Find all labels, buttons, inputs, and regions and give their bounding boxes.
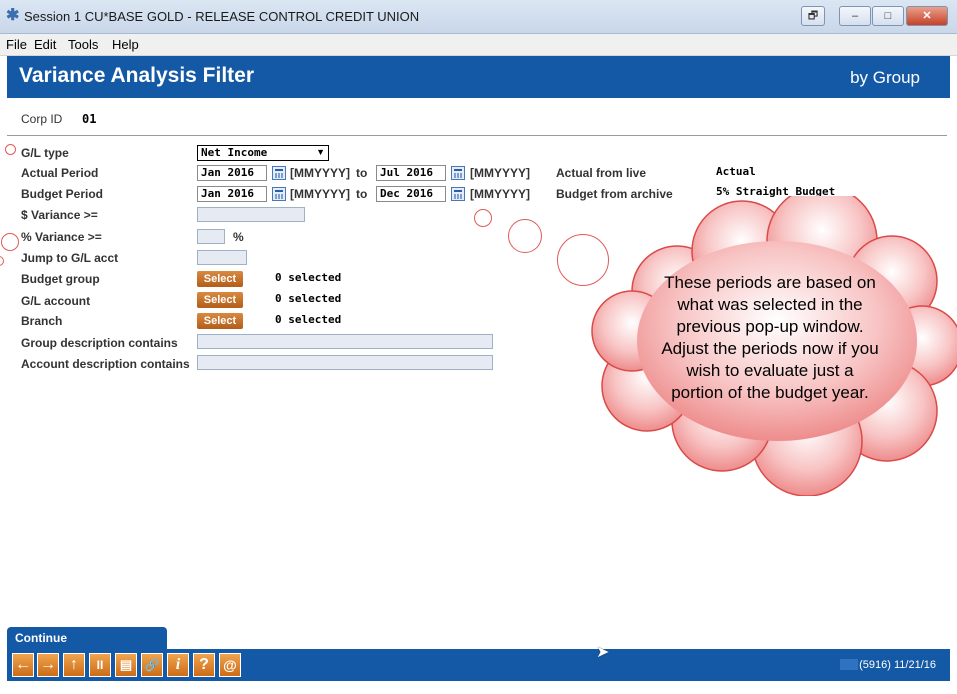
calendar-icon[interactable] <box>272 187 286 201</box>
marker-circle <box>0 256 4 266</box>
gl-account-select-button[interactable]: Select <box>197 292 243 308</box>
maximize-button[interactable]: □ <box>872 6 904 26</box>
budget-group-select-button[interactable]: Select <box>197 271 243 287</box>
calendar-icon[interactable] <box>451 187 465 201</box>
status-text: (5916) 11/21/16 <box>859 659 936 671</box>
callout-line: previous pop-up window. <box>676 317 864 336</box>
budget-from-input[interactable]: Jan 2016 <box>197 186 267 202</box>
percent-variance-label: % Variance >= <box>21 230 102 244</box>
page-title: Variance Analysis Filter <box>19 64 255 87</box>
menu-bar: File Edit Tools Help <box>0 34 957 56</box>
close-button[interactable]: ✕ <box>906 6 948 26</box>
account-desc-label: Account description contains <box>21 357 190 371</box>
percent-variance-input[interactable] <box>197 229 225 244</box>
separator <box>7 135 947 136</box>
to-label: to <box>356 166 368 180</box>
marker-circle <box>1 233 19 251</box>
arrow-up-icon[interactable]: ↑ <box>63 653 85 677</box>
callout-line: portion of the budget year. <box>671 383 869 402</box>
date-format-hint: [MMYYYY] <box>290 166 350 180</box>
help-icon[interactable]: ? <box>193 653 215 677</box>
gl-account-count: 0 selected <box>275 292 342 305</box>
gl-account-label: G/L account <box>21 294 91 308</box>
dollar-variance-input[interactable] <box>197 207 305 222</box>
dollar-variance-label: $ Variance >= <box>21 208 98 222</box>
pause-icon[interactable]: II <box>89 653 111 677</box>
branch-select-button[interactable]: Select <box>197 313 243 329</box>
gl-type-label: G/L type <box>21 146 69 160</box>
menu-help[interactable]: Help <box>112 37 139 52</box>
page-header: Variance Analysis Filter by Group <box>7 56 950 98</box>
status-indicator <box>840 659 858 670</box>
mouse-cursor-icon: ➤ <box>596 644 610 661</box>
menu-edit[interactable]: Edit <box>34 37 56 52</box>
bottom-toolbar: ← → ↑ II ▤ 🔗 i ? @ (5916) 11/21/16 <box>7 649 950 681</box>
actual-from-input[interactable]: Jan 2016 <box>197 165 267 181</box>
print-icon[interactable]: ▤ <box>115 653 137 677</box>
account-desc-input[interactable] <box>197 355 493 370</box>
app-logo-icon: ✱ <box>6 7 20 24</box>
budget-group-count: 0 selected <box>275 271 342 284</box>
restore-icon[interactable]: 🗗 <box>801 6 825 26</box>
corp-id-label: Corp ID <box>21 112 63 126</box>
at-icon[interactable]: @ <box>219 653 241 677</box>
menu-tools[interactable]: Tools <box>68 37 98 52</box>
jump-to-gl-label: Jump to G/L acct <box>21 251 119 265</box>
budget-group-label: Budget group <box>21 272 100 286</box>
callout-text: These periods are based on what was sele… <box>640 272 900 404</box>
window-title-bar[interactable]: ✱ Session 1 CU*BASE GOLD - RELEASE CONTR… <box>0 0 957 34</box>
jump-to-gl-input[interactable] <box>197 250 247 265</box>
continue-label: Continue <box>15 631 67 645</box>
dropdown-arrow-icon: ▼ <box>316 147 325 157</box>
to-label: to <box>356 187 368 201</box>
callout-line: wish to evaluate just a <box>686 361 854 380</box>
arrow-right-icon[interactable]: → <box>37 653 59 677</box>
date-format-hint: [MMYYYY] <box>290 187 350 201</box>
actual-from-live-value: Actual <box>716 165 756 178</box>
branch-label: Branch <box>21 314 63 328</box>
page-subtitle: by Group <box>850 68 920 87</box>
corp-id-value: 01 <box>82 112 97 126</box>
percent-sign: % <box>233 230 244 244</box>
bubble-dot-medium <box>508 219 542 253</box>
actual-period-label: Actual Period <box>21 166 99 180</box>
continue-button[interactable]: Continue <box>7 627 167 649</box>
arrow-left-icon[interactable]: ← <box>12 653 34 677</box>
group-desc-input[interactable] <box>197 334 493 349</box>
link-icon[interactable]: 🔗 <box>141 653 163 677</box>
budget-period-label: Budget Period <box>21 187 104 201</box>
actual-from-live-label: Actual from live <box>556 166 647 180</box>
menu-file[interactable]: File <box>6 37 27 52</box>
minimize-button[interactable]: – <box>839 6 871 26</box>
callout-line: what was selected in the <box>677 295 863 314</box>
bubble-dot-small <box>474 209 492 227</box>
branch-count: 0 selected <box>275 313 342 326</box>
callout-line: Adjust the periods now if you <box>661 339 879 358</box>
callout-line: These periods are based on <box>664 273 876 292</box>
info-icon[interactable]: i <box>167 653 189 677</box>
gl-type-dropdown[interactable]: Net Income ▼ <box>197 145 329 161</box>
actual-to-input[interactable]: Jul 2016 <box>376 165 446 181</box>
calendar-icon[interactable] <box>272 166 286 180</box>
marker-circle <box>5 144 16 155</box>
budget-to-input[interactable]: Dec 2016 <box>376 186 446 202</box>
group-desc-label: Group description contains <box>21 336 178 350</box>
calendar-icon[interactable] <box>451 166 465 180</box>
date-format-hint: [MMYYYY] <box>470 166 530 180</box>
date-format-hint: [MMYYYY] <box>470 187 530 201</box>
window-title: Session 1 CU*BASE GOLD - RELEASE CONTROL… <box>24 9 420 24</box>
gl-type-value: Net Income <box>201 146 268 159</box>
